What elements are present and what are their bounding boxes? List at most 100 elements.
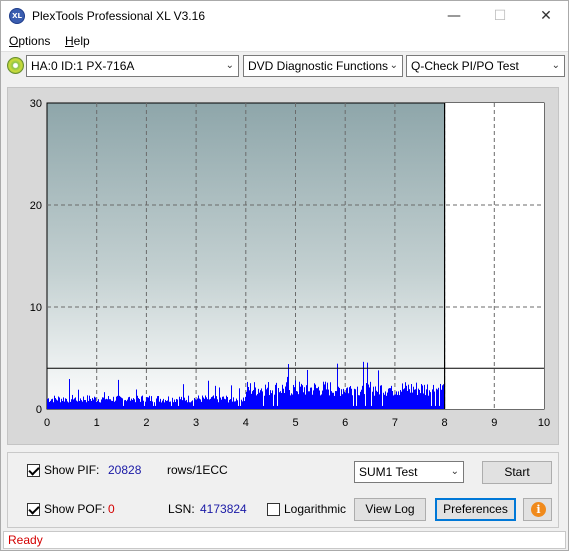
chart-bar <box>298 394 299 409</box>
chart-bar <box>409 389 410 409</box>
chart-bar <box>294 387 295 409</box>
chart-bar <box>347 387 348 409</box>
chart-bar <box>327 382 328 409</box>
chart-bar <box>237 400 238 409</box>
chart-bar <box>74 398 75 409</box>
chart-bar <box>75 397 76 409</box>
chart-bar <box>63 397 64 409</box>
chart-bar <box>385 391 386 409</box>
function-select[interactable]: DVD Diagnostic Functions ⌄ <box>243 55 403 77</box>
chart-bar <box>258 388 259 409</box>
chart-bar <box>100 402 101 409</box>
chart-bar <box>201 401 202 409</box>
chart-bar <box>186 399 187 409</box>
menu-help[interactable]: Help <box>65 34 90 48</box>
close-button[interactable]: ✕ <box>523 1 569 31</box>
chart-bar <box>382 405 383 409</box>
title-bar[interactable]: XL PlexTools Professional XL V3.16 — ☐ ✕ <box>1 1 568 31</box>
chart-bar <box>429 390 430 409</box>
chart-bar <box>249 390 250 409</box>
drive-select[interactable]: HA:0 ID:1 PX-716A ⌄ <box>26 55 239 77</box>
chart-bar <box>384 394 385 409</box>
chart-bar <box>276 382 277 409</box>
chart-bar <box>295 380 296 409</box>
chart-bar <box>68 402 69 409</box>
start-button[interactable]: Start <box>482 461 552 484</box>
chart-bar <box>209 399 210 409</box>
chart-bar <box>406 385 407 409</box>
chart-bar <box>110 399 111 409</box>
menu-options-label: ptions <box>18 34 51 48</box>
chart-bar <box>198 395 199 409</box>
chart-bar <box>148 397 149 409</box>
chart-bar <box>432 389 433 409</box>
chart-bar <box>306 385 307 409</box>
chart-bar <box>341 389 342 409</box>
chart-bar <box>106 398 107 409</box>
chart-bar <box>207 399 208 409</box>
chart-bar <box>140 401 141 409</box>
chart-bar <box>423 393 424 409</box>
chart-bar <box>395 394 396 409</box>
chart-bar <box>108 396 109 409</box>
view-log-button[interactable]: View Log <box>354 498 426 521</box>
minimize-button[interactable]: — <box>431 1 477 31</box>
chart-bar <box>430 392 431 409</box>
chart-bar <box>184 397 185 409</box>
chart-bar <box>268 382 269 409</box>
chart-bar <box>65 398 66 409</box>
chart-bar <box>139 399 140 409</box>
preferences-button[interactable]: Preferences <box>435 498 516 521</box>
chart-bar <box>230 399 231 409</box>
chart-bar <box>278 387 279 409</box>
y-tick-label: 0 <box>36 404 42 416</box>
chart-bar <box>257 394 258 409</box>
chart-bar <box>169 401 170 409</box>
chart-bar <box>97 401 98 409</box>
chart-bar <box>309 391 310 409</box>
chart-bar <box>350 385 351 409</box>
chart-bar <box>87 395 88 409</box>
chart-bar <box>263 405 264 409</box>
sum-test-select[interactable]: SUM1 Test ⌄ <box>354 461 464 483</box>
chart-bar <box>219 387 220 409</box>
chart-panel: 0 1 2 3 4 5 6 7 8 9 10 0 10 20 30 <box>7 87 559 445</box>
logarithmic-checkbox[interactable] <box>267 503 280 516</box>
chart-bar <box>378 370 379 409</box>
x-tick-label: 1 <box>94 417 100 429</box>
chart-bar <box>246 391 247 409</box>
test-select[interactable]: Q-Check PI/PO Test ⌄ <box>406 55 565 77</box>
chart-bar <box>277 405 278 409</box>
chart-bar <box>128 397 129 409</box>
chart-bar <box>392 391 393 409</box>
chart-bar <box>316 388 317 409</box>
chart-bar <box>408 384 409 409</box>
info-button[interactable]: i <box>523 498 552 521</box>
chart-bar <box>256 395 257 409</box>
chart-bar <box>323 381 324 409</box>
chart-bar <box>431 405 432 409</box>
chart-bar <box>376 390 377 409</box>
show-pof-checkbox[interactable] <box>27 503 40 516</box>
chart-bar <box>235 401 236 409</box>
chart-bar <box>76 400 77 409</box>
chart-bar <box>236 398 237 409</box>
chart-bar <box>338 386 339 409</box>
chart-bar <box>404 388 405 409</box>
menu-options[interactable]: Options <box>9 34 50 48</box>
chart-bar <box>95 397 96 409</box>
chart-bar <box>361 389 362 409</box>
chart-bar <box>143 400 144 409</box>
chart-bar <box>70 401 71 409</box>
chart-bar <box>426 389 427 409</box>
chart-bar <box>362 385 363 409</box>
chart-bar <box>279 392 280 409</box>
show-pif-checkbox[interactable] <box>27 464 40 477</box>
menu-help-mnemonic: H <box>65 34 74 48</box>
chart-bar <box>123 405 124 409</box>
chart-bar <box>293 384 294 409</box>
x-tick-label: 6 <box>342 417 348 429</box>
maximize-button[interactable]: ☐ <box>477 1 523 31</box>
chart-bar <box>322 390 323 409</box>
pof-value: 0 <box>108 502 115 516</box>
